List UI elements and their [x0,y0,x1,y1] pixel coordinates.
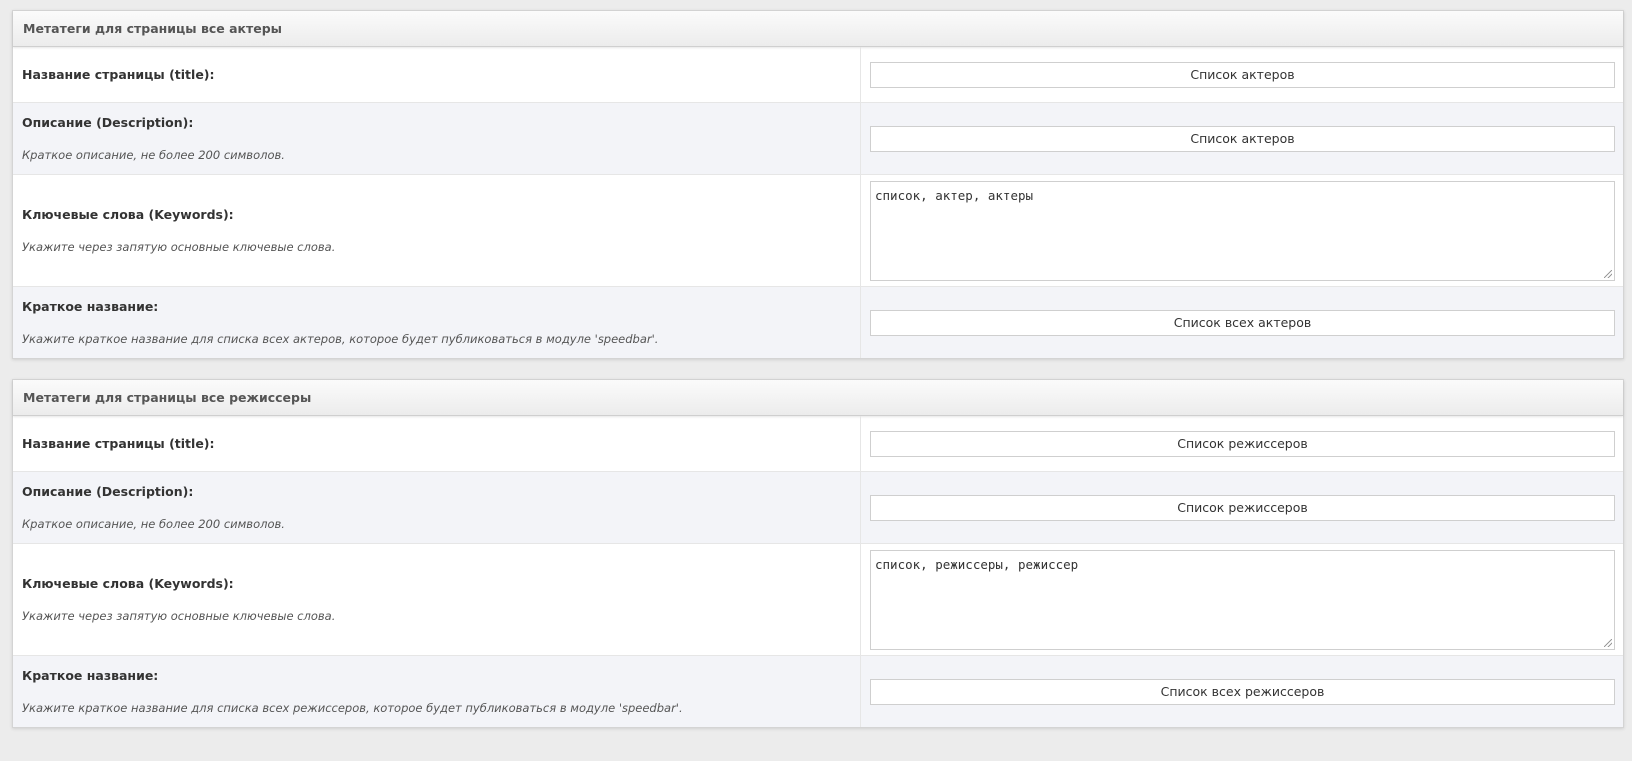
keywords-textarea[interactable]: список, актер, актеры [870,180,1615,281]
resize-grip-icon[interactable] [1604,638,1612,647]
short-name-hint: Укажите краткое название для списка всех… [22,332,659,346]
description-label: Описание (Description): [22,484,194,499]
short-name-hint: Укажите краткое название для списка всех… [22,701,683,715]
description-row: Описание (Description): Краткое описание… [13,472,1623,544]
actors-meta-panel: Метатеги для страницы все актеры Названи… [12,10,1624,359]
keywords-textarea[interactable]: список, режиссеры, режиссер [870,549,1615,650]
short-name-label: Краткое название: [22,668,159,683]
short-name-input[interactable] [870,678,1615,705]
title-input[interactable] [870,61,1615,88]
title-label: Название страницы (title): [22,436,215,451]
keywords-hint: Укажите через запятую основные ключевые … [22,240,336,254]
panel-title: Метатеги для страницы все режиссеры [13,380,1623,416]
keywords-row: Ключевые слова (Keywords): Укажите через… [13,175,1623,287]
short-name-row: Краткое название: Укажите краткое назван… [13,656,1623,727]
description-label: Описание (Description): [22,115,194,130]
keywords-row: Ключевые слова (Keywords): Укажите через… [13,544,1623,656]
description-input[interactable] [870,494,1615,521]
short-name-input[interactable] [870,309,1615,336]
title-row: Название страницы (title): [13,416,1623,472]
description-input[interactable] [870,125,1615,152]
short-name-row: Краткое название: Укажите краткое назван… [13,287,1623,358]
title-row: Название страницы (title): [13,47,1623,103]
panel-title: Метатеги для страницы все актеры [13,11,1623,47]
description-hint: Краткое описание, не более 200 символов. [22,148,285,162]
keywords-hint: Укажите через запятую основные ключевые … [22,609,336,623]
title-label: Название страницы (title): [22,67,215,82]
title-input[interactable] [870,430,1615,457]
directors-meta-panel: Метатеги для страницы все режиссеры Назв… [12,379,1624,728]
settings-container: Метатеги для страницы все актеры Названи… [12,10,1624,748]
description-row: Описание (Description): Краткое описание… [13,103,1623,175]
resize-grip-icon[interactable] [1604,269,1612,278]
keywords-label: Ключевые слова (Keywords): [22,207,234,222]
short-name-label: Краткое название: [22,299,159,314]
keywords-label: Ключевые слова (Keywords): [22,576,234,591]
description-hint: Краткое описание, не более 200 символов. [22,517,285,531]
